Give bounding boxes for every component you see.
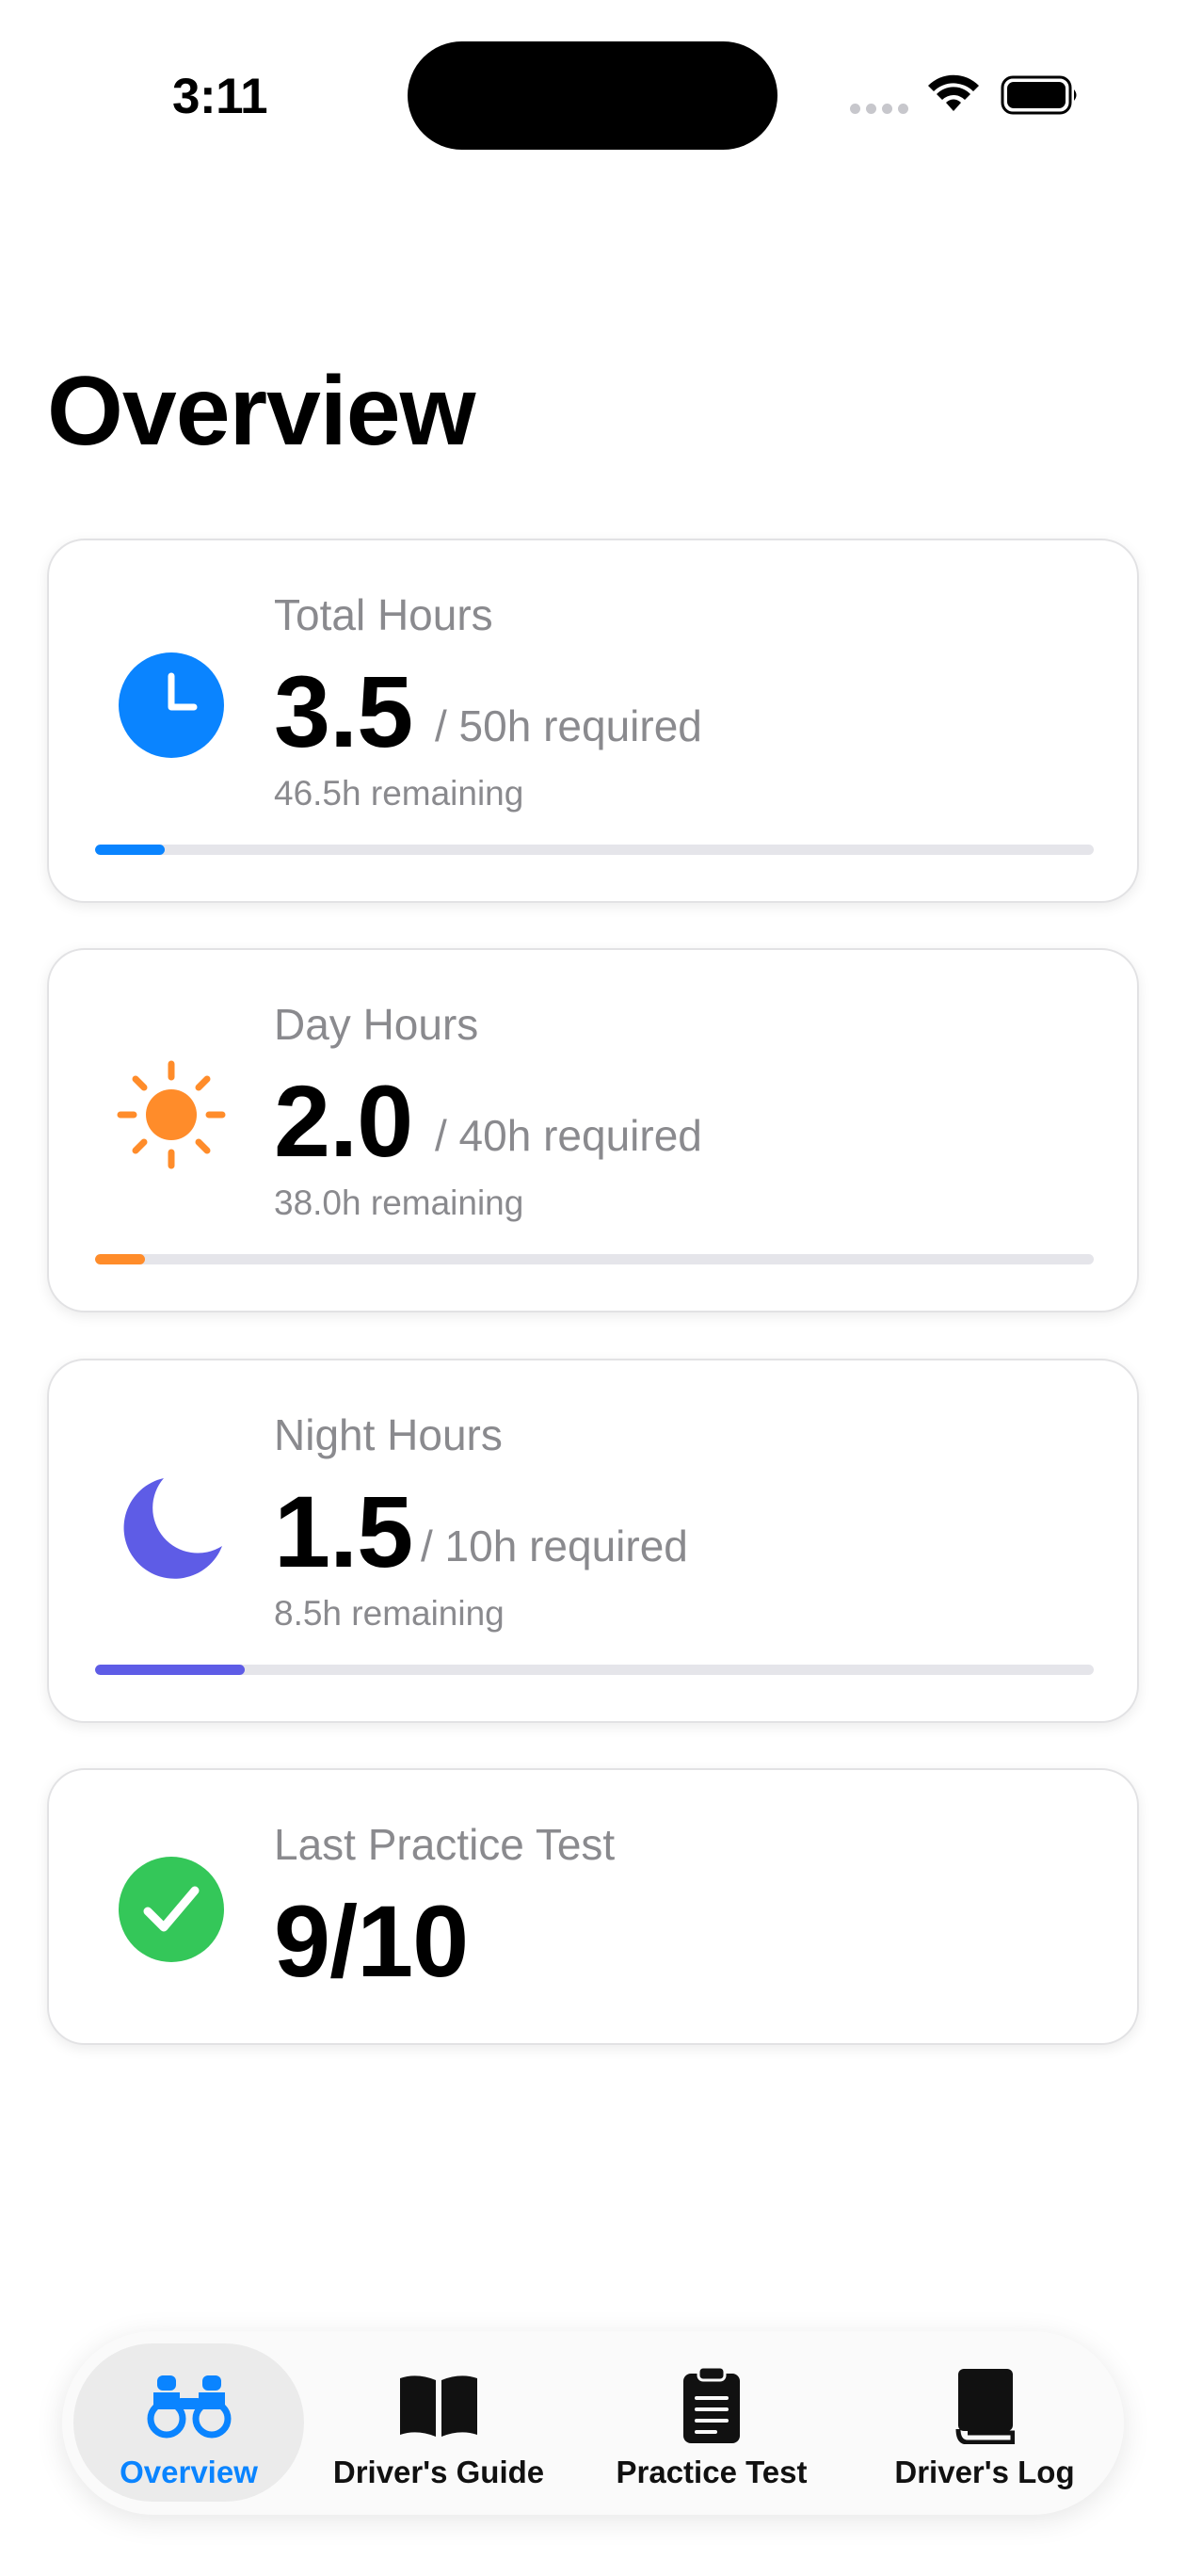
card-remaining: 8.5h remaining — [274, 1594, 505, 1633]
card-value: 3.5 — [274, 654, 413, 768]
progress-bar — [95, 1665, 1094, 1675]
book-closed-icon — [955, 2369, 1015, 2444]
dynamic-island — [408, 41, 777, 150]
last-practice-test-card[interactable]: Last Practice Test 9/10 — [47, 1768, 1139, 2045]
card-value: 9/10 — [274, 1884, 469, 1998]
binoculars-icon — [147, 2375, 231, 2439]
card-remaining: 38.0h remaining — [274, 1183, 524, 1222]
wifi-icon — [928, 74, 979, 111]
cellular-signal-icon — [850, 104, 908, 114]
clock-icon — [119, 652, 224, 758]
card-label: Last Practice Test — [274, 1820, 616, 1869]
night-hours-card[interactable]: Night Hours 1.5 / 10h required 8.5h rema… — [47, 1359, 1139, 1723]
card-label: Day Hours — [274, 1000, 479, 1049]
clipboard-icon — [683, 2366, 740, 2443]
card-label: Total Hours — [274, 590, 493, 639]
tab-drivers-log[interactable]: Driver's Log — [857, 2331, 1112, 2515]
tab-drivers-guide[interactable]: Driver's Guide — [312, 2331, 566, 2515]
card-label: Night Hours — [274, 1410, 503, 1459]
progress-fill — [95, 1254, 146, 1264]
progress-fill — [95, 1665, 246, 1675]
tab-label: Overview — [120, 2455, 258, 2489]
card-required: / 10h required — [421, 1521, 688, 1570]
progress-bar — [95, 845, 1094, 855]
card-required: / 40h required — [435, 1111, 702, 1160]
card-required: / 50h required — [435, 701, 702, 750]
progress-fill — [95, 845, 166, 855]
screen: 3:11 Overview Total Hours 3.5 / 50h requ… — [0, 0, 1186, 2576]
battery-icon — [1001, 75, 1077, 115]
card-value: 1.5 — [274, 1474, 413, 1588]
card-remaining: 46.5h remaining — [274, 774, 524, 813]
page-title: Overview — [47, 357, 476, 466]
tab-practice-test[interactable]: Practice Test — [585, 2331, 839, 2515]
tab-overview[interactable]: Overview — [73, 2331, 304, 2515]
total-hours-card[interactable]: Total Hours 3.5 / 50h required 46.5h rem… — [47, 539, 1139, 903]
day-hours-card[interactable]: Day Hours 2.0 / 40h required 38.0h remai… — [47, 948, 1139, 1312]
tab-label: Driver's Log — [894, 2455, 1075, 2489]
sun-icon — [117, 1060, 226, 1169]
card-value: 2.0 — [274, 1064, 413, 1178]
status-time: 3:11 — [172, 69, 268, 124]
tab-label: Practice Test — [616, 2455, 808, 2489]
tab-bar: Overview Driver's Guide Practice Test Dr… — [62, 2331, 1124, 2515]
moon-icon — [123, 1478, 222, 1579]
progress-bar — [95, 1254, 1094, 1264]
book-open-icon — [400, 2375, 477, 2437]
tab-label: Driver's Guide — [332, 2455, 545, 2489]
checkmark-circle-icon — [119, 1857, 224, 1962]
